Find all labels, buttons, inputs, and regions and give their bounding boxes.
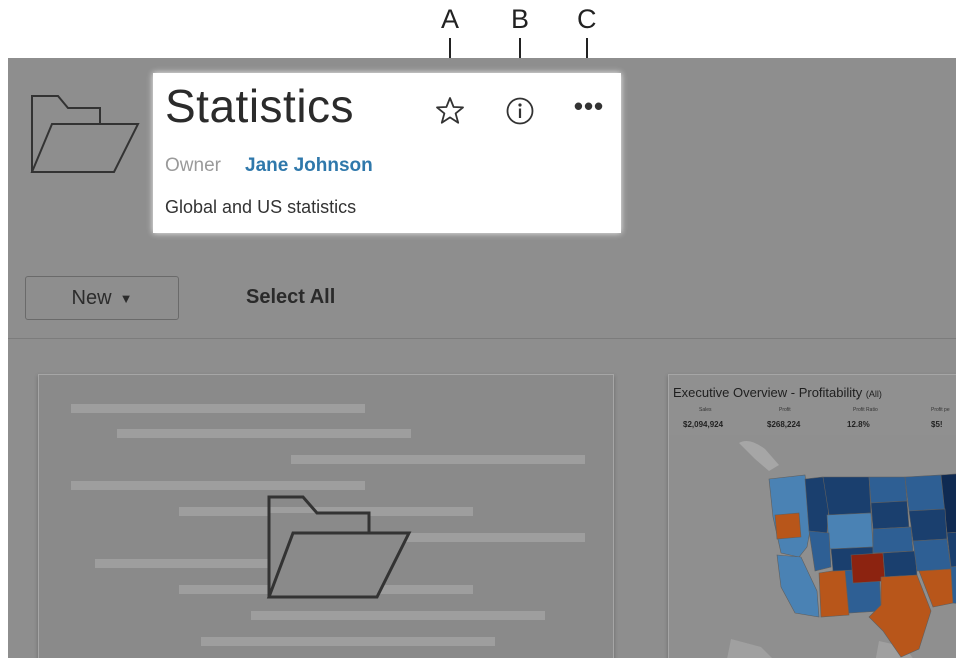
info-button[interactable] <box>500 91 540 131</box>
favorite-button[interactable] <box>430 91 470 131</box>
placeholder-line <box>251 611 545 620</box>
callout-a: A <box>441 4 460 34</box>
kpi-value: 12.8% <box>847 420 870 429</box>
placeholder-line <box>71 481 365 490</box>
workbook-thumbnail-card[interactable]: Executive Overview - Profitability (All)… <box>668 374 956 658</box>
us-map <box>669 435 956 658</box>
placeholder-line <box>201 637 495 646</box>
project-header: Statistics Owner Jane Johnson Global and… <box>153 73 621 233</box>
project-description: Global and US statistics <box>165 197 357 217</box>
divider <box>8 338 956 339</box>
placeholder-line <box>291 455 585 464</box>
select-all-link[interactable]: Select All <box>246 286 335 309</box>
folder-icon <box>266 495 412 599</box>
kpi-label: Sales <box>699 407 712 413</box>
kpi-label: Profit <box>779 407 791 413</box>
dashboard-title: Executive Overview - Profitability (All) <box>673 385 882 400</box>
new-button[interactable]: New ▼ <box>25 276 179 320</box>
kpi-value: $268,224 <box>767 420 801 429</box>
callout-labels: A B C <box>0 0 956 58</box>
callout-c: C <box>577 4 597 34</box>
chevron-down-icon: ▼ <box>119 290 133 306</box>
new-button-label: New <box>71 286 112 309</box>
page-title: Statistics <box>165 80 355 132</box>
callout-b: B <box>511 4 530 34</box>
info-icon <box>506 97 534 125</box>
folder-icon <box>30 95 140 173</box>
placeholder-line <box>71 404 365 413</box>
kpi-value: $5! <box>931 420 943 429</box>
owner-link[interactable]: Jane Johnson <box>245 155 373 177</box>
owner-label: Owner <box>165 155 221 176</box>
kpi-label: Profit pe <box>931 407 950 413</box>
more-actions-icon: ••• <box>573 91 605 121</box>
nested-project-card[interactable] <box>38 374 614 658</box>
kpi-label: Profit Ratio <box>853 407 878 413</box>
kpi-value: $2,094,924 <box>683 420 724 429</box>
placeholder-line <box>117 429 411 438</box>
star-icon <box>436 97 464 124</box>
more-actions-button[interactable]: ••• <box>569 91 609 131</box>
